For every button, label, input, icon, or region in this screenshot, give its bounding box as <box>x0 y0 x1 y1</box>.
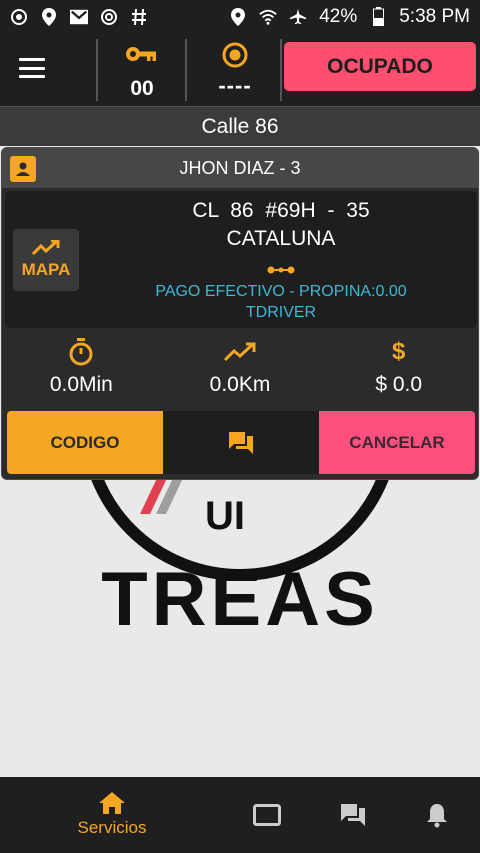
status-right-icons: 42% 5:38 PM <box>229 6 470 28</box>
sync-alt-icon <box>100 8 118 26</box>
map-label: MAPA <box>21 260 71 279</box>
chat-button[interactable] <box>163 411 319 474</box>
airplane-icon <box>289 8 307 26</box>
forum-icon <box>341 804 365 826</box>
nav-chat[interactable] <box>328 777 378 853</box>
current-street: Calle 86 <box>0 106 480 146</box>
nav-servicios[interactable]: Servicios <box>60 777 164 853</box>
key-icon <box>126 47 156 61</box>
clock: 5:38 PM <box>399 5 470 27</box>
wifi-icon <box>259 8 277 26</box>
route-dots-icon <box>267 266 295 274</box>
client-header: JHON DIAZ - 3 <box>2 148 478 188</box>
key-count: 00 <box>130 77 154 100</box>
location-pin-icon <box>229 7 247 26</box>
price-value: $ 0.0 <box>375 373 423 396</box>
logo-wordmark: TREAS <box>101 557 379 642</box>
trending-up-icon <box>32 240 60 256</box>
status-bar: 42% 5:38 PM <box>0 0 480 33</box>
logo-fragment: UI <box>205 494 245 538</box>
divider <box>96 39 98 101</box>
service-card: JHON DIAZ - 3 MAPA CL 86 #69H - 35 CATAL… <box>1 147 479 480</box>
hash-icon <box>130 8 148 26</box>
logo-stripes-icon <box>140 476 184 514</box>
code-button[interactable]: CODIGO <box>7 411 163 474</box>
status-occupied-button[interactable]: OCUPADO <box>284 42 476 91</box>
trending-up-icon <box>224 337 256 367</box>
dollar-icon: $ <box>392 338 406 365</box>
location-pin-icon <box>40 7 58 26</box>
payment-info: PAGO EFECTIVO - PROPINA:0.00 <box>155 283 407 300</box>
nav-servicios-label: Servicios <box>77 818 147 837</box>
client-name: JHON DIAZ - 3 <box>179 157 301 178</box>
metric-time: 0.0Min <box>2 331 161 409</box>
driver-name: TDRIVER <box>245 304 317 321</box>
divider <box>280 39 282 101</box>
divider <box>185 39 187 101</box>
forum-icon <box>229 431 253 454</box>
metric-price: $ $ 0.0 <box>319 331 478 409</box>
nav-notifications[interactable] <box>414 777 460 853</box>
record-value: ---- <box>218 73 252 98</box>
address-panel: MAPA CL 86 #69H - 35 CATALUNA PAGO EFECT… <box>5 191 477 328</box>
card-actions: CODIGO CANCELAR <box>7 411 475 474</box>
gmail-icon <box>70 8 88 26</box>
sync-icon <box>10 8 28 26</box>
address-line-2: CATALUNA <box>226 227 336 250</box>
key-counter[interactable]: 00 <box>100 39 184 101</box>
hamburger-icon <box>19 58 45 61</box>
bottom-navigation: Servicios <box>0 777 480 853</box>
distance-value: 0.0Km <box>209 373 271 396</box>
time-value: 0.0Min <box>49 373 113 396</box>
radio-target-icon <box>222 42 248 68</box>
metric-distance: 0.0Km <box>161 331 320 409</box>
address-line-1: CL 86 #69H - 35 <box>192 199 370 222</box>
cancel-button[interactable]: CANCELAR <box>319 411 475 474</box>
home-icon <box>99 792 125 814</box>
top-app-bar: 00 ---- OCUPADO <box>0 33 480 106</box>
tablet-icon <box>253 804 281 826</box>
stopwatch-icon <box>68 337 94 367</box>
battery-icon <box>369 7 387 26</box>
menu-button[interactable] <box>14 53 50 83</box>
record-indicator[interactable]: ---- <box>190 39 280 101</box>
contact-icon <box>10 156 36 182</box>
nav-tablet[interactable] <box>242 777 292 853</box>
battery-percent: 42% <box>319 5 358 27</box>
status-left-icons <box>10 7 148 26</box>
map-button[interactable]: MAPA <box>13 229 79 291</box>
bell-icon <box>427 804 447 828</box>
trip-metrics: 0.0Min 0.0Km $ $ 0.0 <box>2 331 478 409</box>
